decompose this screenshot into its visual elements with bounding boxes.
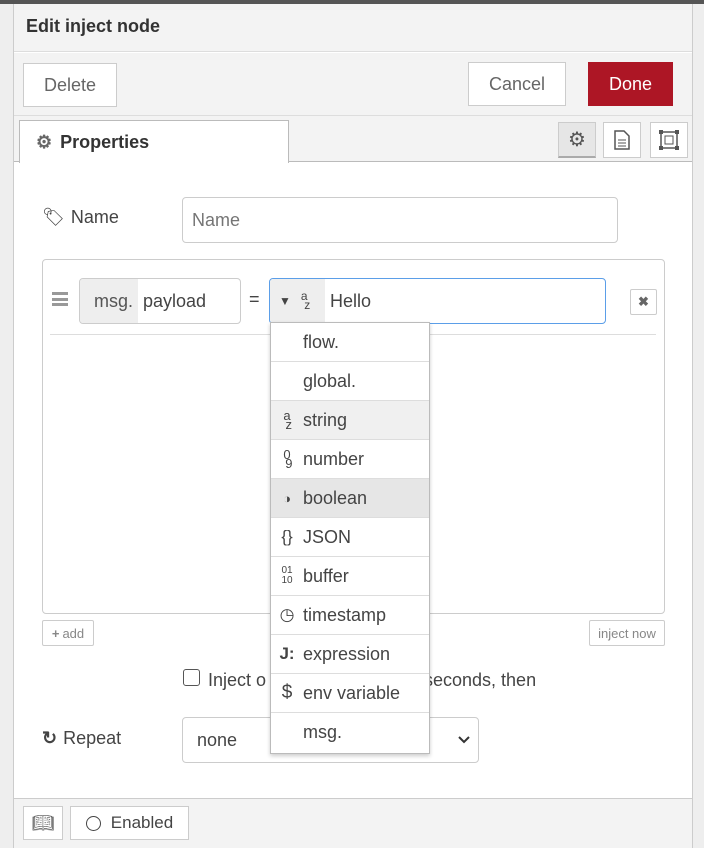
name-label: 🏷︎ Name <box>42 207 119 228</box>
help-button[interactable]: 📖︎ <box>23 806 63 840</box>
gear-icon: ⚙ <box>568 129 586 151</box>
cancel-button[interactable]: Cancel <box>468 62 566 106</box>
caret-down-icon: ▼ <box>279 294 291 308</box>
type-dropdown-menu: flow. global. a z string 0 9 number ◑ boole… <box>270 322 430 754</box>
menu-item-msg[interactable]: msg. <box>271 713 429 752</box>
menu-item-expression[interactable]: J: expression <box>271 635 429 674</box>
menu-item-global[interactable]: global. <box>271 362 429 401</box>
menu-label: global. <box>303 370 357 391</box>
properties-view-button[interactable]: ⚙ <box>558 122 596 158</box>
property-name: payload <box>143 290 207 311</box>
menu-label: msg. <box>303 722 343 742</box>
drag-handle-icon[interactable] <box>52 292 68 306</box>
menu-item-boolean[interactable]: ◑ boolean <box>271 479 429 518</box>
dollar-icon: $ <box>281 682 293 703</box>
appearance-view-button[interactable] <box>650 122 688 158</box>
done-button[interactable]: Done <box>588 62 673 106</box>
string-type-icon: a z <box>300 289 311 312</box>
number-type-icon: 0 9 <box>281 447 293 471</box>
enabled-toggle[interactable]: Enabled <box>70 806 189 840</box>
close-icon: ✖ <box>638 294 649 309</box>
tab-label: Properties <box>60 131 150 152</box>
json-type-icon: {} <box>281 527 293 546</box>
repeat-label-text: Repeat <box>63 728 122 748</box>
jsonata-icon: J: <box>279 644 295 663</box>
remove-row-button[interactable]: ✖ <box>630 289 657 315</box>
menu-label: number <box>303 448 365 469</box>
equals-sign: = <box>249 289 260 309</box>
menu-label: flow. <box>303 331 340 352</box>
inject-once-text-start: Inject o <box>208 670 267 690</box>
enabled-label: Enabled <box>110 813 174 832</box>
boolean-type-icon: ◑ <box>283 490 291 506</box>
buffer-type-icon: 01 10 <box>281 565 293 586</box>
string-type-icon: a z <box>281 408 293 432</box>
document-icon <box>614 130 630 150</box>
name-input[interactable] <box>182 197 618 243</box>
frame-icon <box>659 130 679 150</box>
refresh-icon: ↻ <box>42 728 58 748</box>
name-label-text: Name <box>70 207 119 227</box>
book-icon: 📖︎ <box>31 812 55 833</box>
inject-once-checkbox[interactable] <box>183 669 200 686</box>
menu-label: buffer <box>303 565 349 586</box>
menu-item-env-variable[interactable]: $ env variable <box>271 674 429 713</box>
clock-icon: ◷ <box>279 605 295 624</box>
menu-label: env variable <box>303 682 401 703</box>
tag-icon: 🏷︎ <box>42 207 65 227</box>
add-label: add <box>62 625 85 641</box>
type-selector[interactable]: ▼ a z <box>270 279 325 323</box>
add-button[interactable]: + add <box>42 620 94 646</box>
workspace-left <box>0 4 14 848</box>
description-view-button[interactable] <box>603 122 641 158</box>
menu-item-number[interactable]: 0 9 number <box>271 440 429 479</box>
tab-properties[interactable]: ⚙ Properties <box>19 120 289 163</box>
menu-label: string <box>303 409 348 430</box>
menu-item-json[interactable]: {} JSON <box>271 518 429 557</box>
plus-icon: + <box>51 625 60 641</box>
property-value: Hello <box>330 290 372 311</box>
inject-now-button[interactable]: inject now <box>589 620 665 646</box>
menu-item-flow[interactable]: flow. <box>271 323 429 362</box>
menu-label: JSON <box>303 526 352 547</box>
dialog-title: Edit inject node <box>26 16 161 36</box>
workspace-right <box>692 4 704 848</box>
msg-prefix: msg. <box>80 279 139 323</box>
menu-label: expression <box>303 643 391 664</box>
property-value-field[interactable]: ▼ a z Hello <box>269 278 606 324</box>
repeat-value: none <box>197 729 238 750</box>
circle-icon <box>85 815 101 831</box>
delete-button[interactable]: Delete <box>23 63 117 107</box>
gear-icon: ⚙ <box>36 131 53 152</box>
repeat-label: ↻ Repeat <box>42 728 121 749</box>
menu-label: boolean <box>303 487 368 508</box>
inject-once-text-end: seconds, then <box>424 670 537 690</box>
chevron-down-icon <box>458 736 470 744</box>
menu-label: timestamp <box>303 604 387 625</box>
menu-item-string[interactable]: a z string <box>271 401 429 440</box>
property-name-field[interactable]: msg. payload <box>79 278 241 324</box>
menu-item-buffer[interactable]: 01 10 buffer <box>271 557 429 596</box>
menu-item-timestamp[interactable]: ◷ timestamp <box>271 596 429 635</box>
